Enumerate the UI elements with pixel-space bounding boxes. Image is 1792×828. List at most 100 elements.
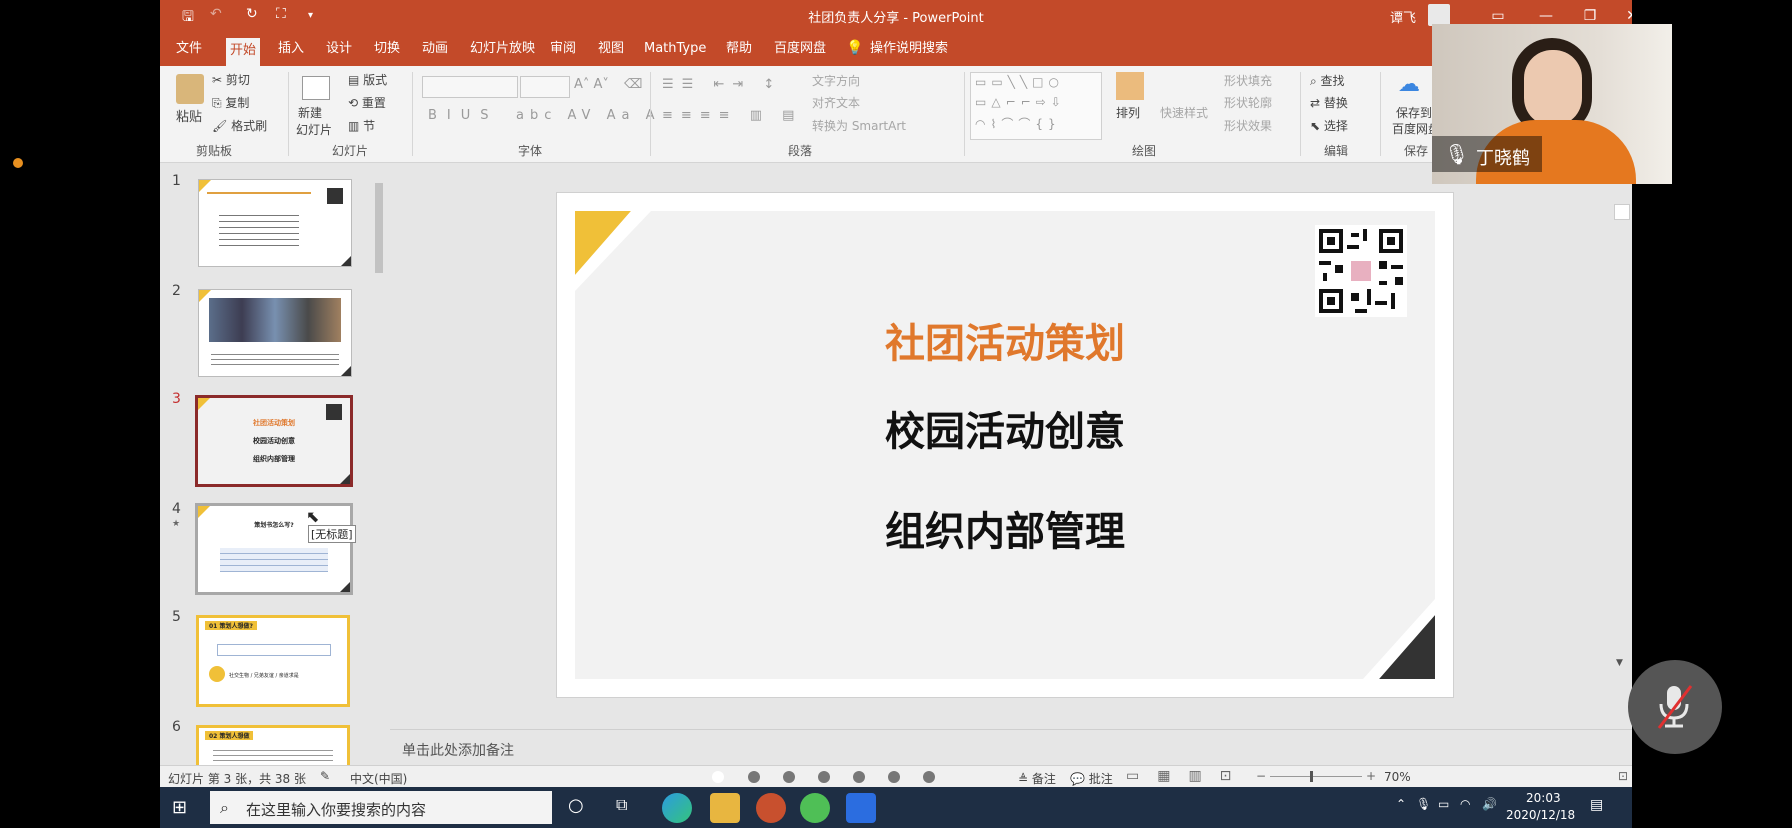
thumbnails-scrollbar[interactable] (372, 163, 386, 763)
comments-toggle[interactable]: 💬 批注 (1070, 770, 1113, 787)
tell-me-search[interactable]: 操作说明搜索 (866, 32, 952, 66)
list-icons[interactable]: ☰☰ ⇤⇥ ↕ (662, 77, 782, 92)
group-label-clipboard: 剪贴板 (196, 144, 233, 158)
edge-icon[interactable] (662, 793, 692, 823)
slide-thumbnail-4[interactable]: 策划书怎么写? (195, 503, 353, 595)
smartart-button[interactable]: 转换为 SmartArt (812, 117, 906, 134)
current-slide[interactable]: 社团活动策划 校园活动创意 组织内部管理 (556, 192, 1454, 698)
shape-fill-button[interactable]: 形状填充 (1224, 72, 1272, 89)
tray-mic-icon[interactable]: 🎙 (1416, 797, 1431, 811)
zoom-out-icon[interactable]: − (1256, 769, 1266, 783)
tray-chevron-icon[interactable]: ⌃ (1396, 797, 1406, 811)
shapes-gallery[interactable]: ▭▭╲╲□○ ▭△⌐⌐⇨⇩ ◠⌇⌒⌒{} (970, 72, 1102, 140)
thumb-box (217, 644, 331, 656)
tab-home[interactable]: 开始 (226, 38, 261, 66)
quick-styles-button[interactable]: 快速样式 (1160, 104, 1208, 121)
avatar[interactable] (1428, 4, 1450, 26)
tab-slideshow[interactable]: 幻灯片放映 (466, 32, 539, 66)
zoom-in-icon[interactable]: + (1366, 769, 1376, 783)
slide-thumbnails-panel[interactable]: 1 2 3 社团活动策划 校园活动创意 组织内部管理 4 ★ 策划书怎么写? [… (160, 163, 390, 771)
save-baidu-button[interactable]: 保存到 (1396, 104, 1432, 121)
replace-button[interactable]: ⇄ 替换 (1310, 94, 1348, 111)
tab-baidu[interactable]: 百度网盘 (770, 32, 830, 66)
font-more-icons[interactable]: abc AV Aa A (516, 108, 660, 123)
select-button[interactable]: ⬉ 选择 (1310, 117, 1348, 134)
tab-animations[interactable]: 动画 (418, 32, 452, 66)
thumb-line: 组织内部管理 (253, 455, 295, 463)
align-text-button[interactable]: 对齐文本 (812, 94, 860, 111)
thumbnail-tooltip: [无标题] (308, 525, 356, 543)
tab-insert[interactable]: 插入 (274, 32, 308, 66)
tab-mathtype[interactable]: MathType (640, 32, 710, 66)
taskbar-search[interactable]: ⌕ 在这里输入你要搜索的内容 (210, 791, 552, 824)
new-slide-button-2[interactable]: 幻灯片 (296, 121, 332, 138)
align-icons[interactable]: ≡≡≡≡ ▥ ▤ (662, 108, 802, 123)
scrollbar-thumb[interactable] (1614, 204, 1630, 220)
slide-line-1[interactable]: 社团活动策划 (575, 311, 1435, 369)
format-painter-button[interactable]: 🖌 格式刷 (212, 117, 267, 134)
slide-thumbnail-2[interactable] (198, 289, 352, 377)
user-name[interactable]: 谭飞 (1390, 7, 1416, 26)
shape-effects-button[interactable]: 形状效果 (1224, 117, 1272, 134)
tab-review[interactable]: 审阅 (546, 32, 580, 66)
cortana-icon[interactable]: ○ (568, 795, 584, 816)
slide-thumbnail-1[interactable] (198, 179, 352, 267)
section-button[interactable]: ▥ 节 (348, 117, 375, 134)
chevron-down-icon[interactable]: ▼ (1616, 658, 1623, 668)
zoom-level[interactable]: 70% (1384, 770, 1411, 784)
fit-slide-icon[interactable]: ⊡ (1618, 769, 1628, 783)
slide-line-3[interactable]: 组织内部管理 (575, 499, 1435, 557)
shape-outline-button[interactable]: 形状轮廓 (1224, 94, 1272, 111)
arrange-icon[interactable] (1116, 72, 1144, 100)
new-slide-button[interactable]: 新建 (298, 104, 322, 121)
wifi-icon[interactable]: ◠ (1460, 797, 1470, 811)
clock-date[interactable]: 2020/12/18 (1506, 808, 1575, 822)
slide-line-2[interactable]: 校园活动创意 (575, 399, 1435, 457)
spelling-icon[interactable]: ✎ (320, 769, 330, 783)
zoom-slider[interactable] (1270, 776, 1362, 777)
language-indicator[interactable]: 中文(中国) (350, 770, 407, 787)
battery-icon[interactable]: ▭ (1438, 797, 1449, 811)
arrange-button[interactable]: 排列 (1116, 104, 1140, 121)
tab-design[interactable]: 设计 (322, 32, 356, 66)
clock-time[interactable]: 20:03 (1526, 791, 1561, 805)
view-switch-icons[interactable]: ▭▦▥⊡ (1126, 768, 1249, 784)
font-name-combo[interactable] (422, 76, 518, 98)
font-size-combo[interactable] (520, 76, 570, 98)
paste-button[interactable]: 粘贴 (176, 106, 202, 125)
notes-placeholder[interactable]: 单击此处添加备注 (402, 740, 514, 760)
volume-icon[interactable]: 🔊 (1482, 797, 1497, 811)
grow-font-icon[interactable]: A˄ A˅ (574, 77, 609, 92)
slide-scrollbar[interactable]: ▼ (1614, 200, 1630, 680)
powerpoint-icon[interactable] (756, 793, 786, 823)
notification-icon[interactable]: ▤ (1590, 797, 1603, 813)
clear-format-icon[interactable]: ⌫ (624, 77, 642, 92)
mute-button[interactable] (1628, 660, 1722, 754)
tab-transitions[interactable]: 切换 (370, 32, 404, 66)
scrollbar-thumb[interactable] (375, 183, 383, 273)
windows-start-icon[interactable]: ⊞ (172, 797, 187, 818)
copy-button[interactable]: ⎘ 复制 (212, 94, 249, 111)
tab-view[interactable]: 视图 (594, 32, 628, 66)
tab-file[interactable]: 文件 (172, 32, 206, 66)
notes-pane[interactable]: 单击此处添加备注 (390, 729, 1632, 766)
reset-button[interactable]: ⟲ 重置 (348, 94, 386, 111)
cut-button[interactable]: ✂ 剪切 (212, 71, 250, 88)
tab-help[interactable]: 帮助 (722, 32, 756, 66)
font-format-icons[interactable]: BIUS (428, 108, 499, 123)
new-slide-icon[interactable] (302, 76, 330, 100)
layout-button[interactable]: ▤ 版式 (348, 71, 387, 88)
slide-thumbnail-5[interactable]: 01 策划人想做? 社交生物 / 兄弟友谊 / 亲道求是 (196, 615, 350, 707)
meeting-app-icon[interactable] (846, 793, 876, 823)
menu-tabs: 文件 开始 插入 设计 切换 动画 幻灯片放映 审阅 视图 MathType 帮… (160, 32, 1632, 66)
baidu-cloud-icon[interactable]: ☁ (1398, 72, 1420, 97)
paste-icon[interactable] (176, 74, 204, 104)
text-direction-button[interactable]: 文字方向 (812, 72, 860, 89)
notes-toggle[interactable]: ≜ 备注 (1018, 770, 1056, 787)
zoom-slider-thumb[interactable] (1310, 771, 1313, 782)
task-view-icon[interactable]: ⧉ (616, 795, 627, 815)
find-button[interactable]: ⌕ 查找 (1310, 72, 1345, 89)
wechat-icon[interactable] (800, 793, 830, 823)
slide-thumbnail-3[interactable]: 社团活动策划 校园活动创意 组织内部管理 (195, 395, 353, 487)
file-explorer-icon[interactable] (710, 793, 740, 823)
